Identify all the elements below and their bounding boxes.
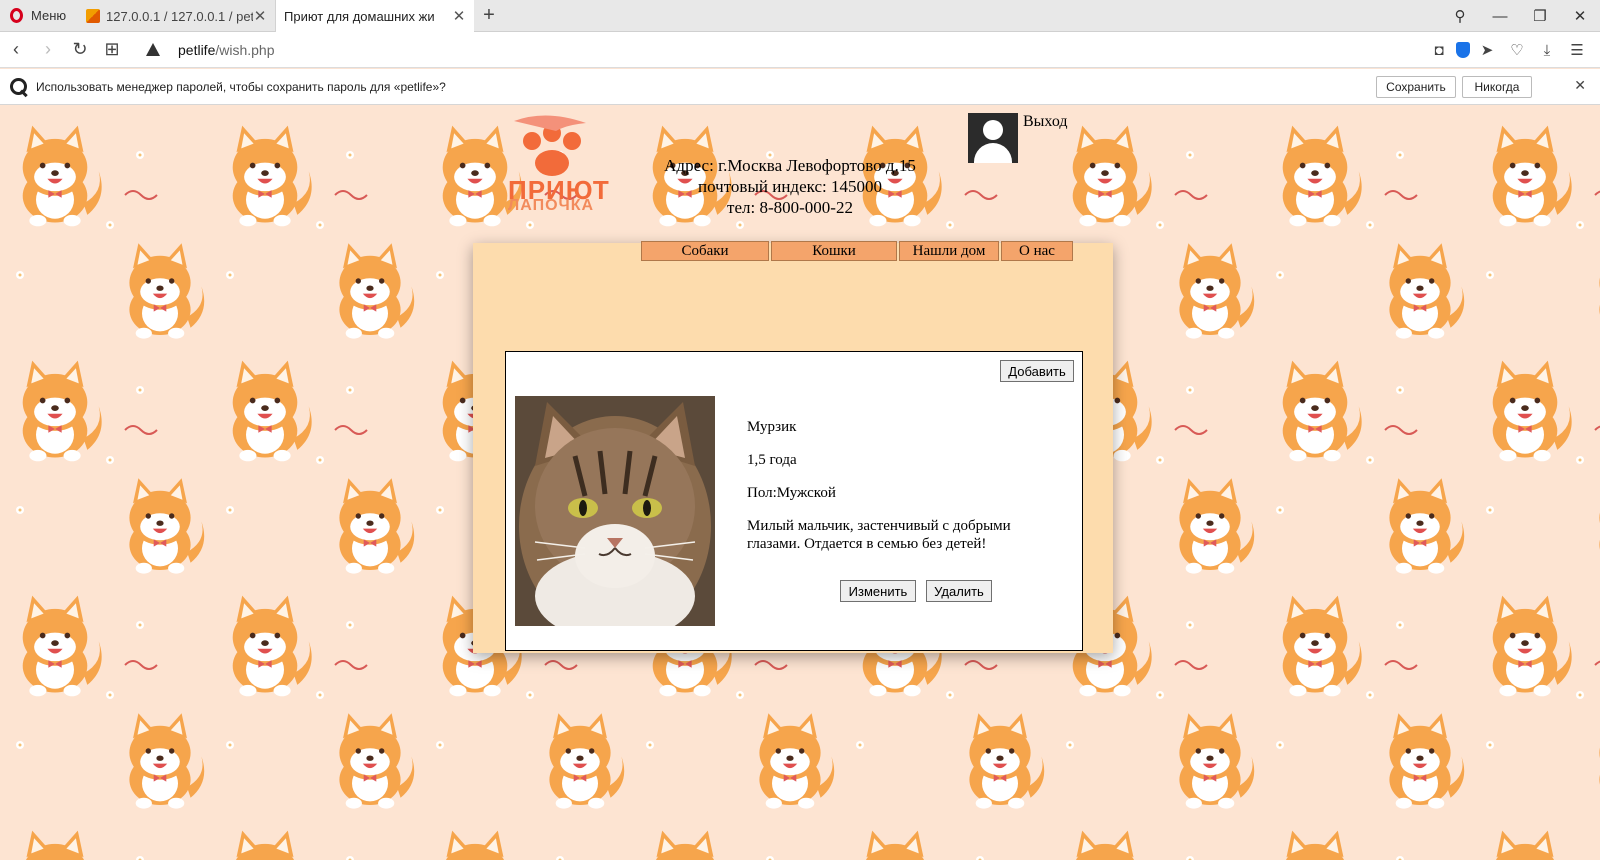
- password-prompt-text: Использовать менеджер паролей, чтобы сох…: [36, 79, 446, 94]
- pet-info: Мурзик 1,5 года Пол:Мужской Милый мальчи…: [747, 418, 1057, 568]
- phpmyadmin-favicon-icon: [86, 9, 100, 23]
- close-tab-icon[interactable]: ✕: [452, 7, 466, 25]
- address-bar-actions: ◘ ➤ ♡ ⤓ ☰: [1426, 32, 1590, 68]
- web-page: ПРИЮТ ЛАПОЧКА Адрес: г.Москва Левофортов…: [0, 105, 1600, 860]
- url-field[interactable]: petlife/wish.php: [146, 42, 275, 58]
- browser-menu-label: Меню: [31, 8, 67, 23]
- not-secure-warning-icon[interactable]: [146, 43, 160, 56]
- close-tab-icon[interactable]: ✕: [253, 7, 267, 25]
- pet-name: Мурзик: [747, 419, 797, 435]
- edit-pet-button[interactable]: Изменить: [840, 580, 916, 602]
- forward-button[interactable]: ›: [32, 34, 64, 66]
- pet-description: Милый мальчик, застенчивый с добрыми гла…: [747, 518, 1011, 552]
- browser-menu-button[interactable]: Меню: [0, 0, 78, 31]
- logout-link[interactable]: Выход: [1023, 113, 1068, 131]
- nav-item-cats[interactable]: Кошки: [771, 241, 897, 261]
- speed-dial-icon[interactable]: ⊞: [96, 34, 128, 66]
- user-avatar-icon[interactable]: [968, 113, 1018, 163]
- browser-tab-bar: Меню 127.0.0.1 / 127.0.0.1 / pet / ✕ При…: [0, 0, 1600, 32]
- easy-setup-icon[interactable]: ☰: [1564, 37, 1590, 63]
- main-nav: Собаки Кошки Нашли дом О нас: [641, 241, 1075, 261]
- vpn-shield-icon[interactable]: [1456, 42, 1470, 58]
- key-icon: [10, 77, 28, 96]
- opera-logo-icon: [10, 8, 23, 23]
- pet-age: 1,5 года: [747, 452, 797, 468]
- url-host: petlife: [178, 41, 216, 58]
- restore-button[interactable]: ❐: [1520, 0, 1560, 32]
- minimize-button[interactable]: —: [1480, 0, 1520, 32]
- snapshot-camera-icon[interactable]: ◘: [1426, 37, 1452, 63]
- tab-title: 127.0.0.1 / 127.0.0.1 / pet /: [106, 8, 253, 24]
- pet-photo: [515, 396, 715, 626]
- nav-item-found-home[interactable]: Нашли дом: [899, 241, 999, 261]
- nav-item-dogs[interactable]: Собаки: [641, 241, 769, 261]
- search-icon[interactable]: ⚲: [1440, 0, 1480, 32]
- back-button[interactable]: ‹: [0, 34, 32, 66]
- send-icon[interactable]: ➤: [1474, 37, 1500, 63]
- save-password-button[interactable]: Сохранить: [1376, 76, 1456, 98]
- add-pet-button[interactable]: Добавить: [1000, 360, 1074, 382]
- nav-item-about[interactable]: О нас: [1001, 241, 1073, 261]
- logo-subtitle: ЛАПОЧКА: [508, 197, 595, 214]
- download-icon[interactable]: ⤓: [1534, 37, 1560, 63]
- pet-gender: Пол:Мужской: [747, 485, 836, 501]
- heart-bookmark-icon[interactable]: ♡: [1504, 37, 1530, 63]
- tab-phpmyadmin[interactable]: 127.0.0.1 / 127.0.0.1 / pet / ✕: [78, 0, 276, 32]
- contact-info: Адрес: г.Москва Левофортово д.15 почтовы…: [620, 155, 960, 218]
- pet-card: Добавить Мурзик 1,5 года Пол:Мужской Мил…: [505, 351, 1083, 651]
- close-window-button[interactable]: ✕: [1560, 0, 1600, 32]
- address-bar: ‹ › ↻ ⊞ petlife/wish.php ◘ ➤ ♡ ⤓ ☰: [0, 32, 1600, 68]
- window-controls: ⚲ — ❐ ✕: [1440, 0, 1600, 32]
- tab-title: Приют для домашних жи: [284, 8, 435, 24]
- password-manager-bar: Использовать менеджер паролей, чтобы сох…: [0, 69, 1600, 105]
- phone-line: тел: 8-800-000-22: [727, 198, 853, 217]
- address-line: Адрес: г.Москва Левофортово д.15: [664, 156, 916, 175]
- delete-pet-button[interactable]: Удалить: [926, 580, 992, 602]
- reload-button[interactable]: ↻: [64, 34, 96, 66]
- url-path: /wish.php: [215, 41, 275, 58]
- close-bar-icon[interactable]: ✕: [1574, 77, 1586, 94]
- new-tab-button[interactable]: +: [474, 0, 504, 31]
- postal-code-line: почтовый индекс: 145000: [698, 177, 882, 196]
- content-panel: Собаки Кошки Нашли дом О нас Добавить Му…: [473, 241, 1113, 653]
- never-save-button[interactable]: Никогда: [1462, 76, 1532, 98]
- tab-petlife[interactable]: Приют для домашних жи ✕: [276, 0, 474, 32]
